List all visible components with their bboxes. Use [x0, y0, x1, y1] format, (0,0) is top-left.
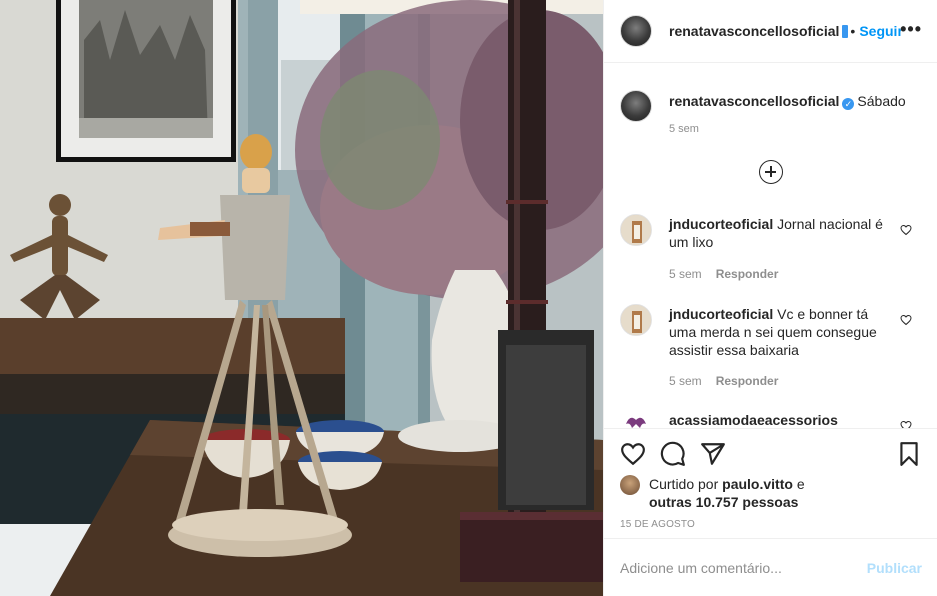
comment-item: jnducorteoficial Jornal nacional é um li… — [620, 214, 920, 284]
caption: renatavasconcellosoficial ✓ Sábado — [620, 90, 906, 122]
likes-connector: e — [796, 476, 805, 492]
comment-like-icon[interactable] — [900, 224, 912, 236]
liker-username[interactable]: paulo.vitto — [722, 476, 793, 492]
post-side-panel: renatavasconcellosoficial • Seguir ••• r… — [603, 0, 937, 596]
comment-item: jnducorteoficial Vc e bonner tá uma merd… — [620, 304, 920, 392]
reply-button[interactable]: Responder — [716, 374, 779, 388]
commenter-avatar[interactable] — [620, 214, 652, 246]
comment-icon[interactable] — [660, 441, 686, 467]
post-photo[interactable] — [0, 0, 603, 596]
caption-text: Sábado — [857, 93, 906, 109]
comment-username[interactable]: acassiamodaeacessorios — [669, 412, 838, 428]
header-separator: • — [850, 23, 856, 39]
comments-list[interactable]: renatavasconcellosoficial ✓ Sábado 5 sem j… — [604, 64, 937, 428]
post-header: renatavasconcellosoficial • Seguir ••• — [604, 0, 937, 63]
commenter-avatar[interactable] — [620, 304, 652, 336]
comment-username[interactable]: jnducorteoficial — [669, 216, 773, 232]
liker-avatar[interactable] — [620, 475, 640, 495]
plus-circle-icon[interactable] — [759, 160, 783, 184]
share-icon[interactable] — [700, 441, 726, 467]
verified-badge-icon — [842, 24, 849, 38]
comment-like-icon[interactable] — [900, 314, 912, 326]
post-actions: Curtido por paulo.vitto e outras 10.757 … — [604, 428, 937, 538]
follow-button[interactable]: Seguir — [859, 23, 903, 39]
more-options-icon[interactable]: ••• — [900, 20, 922, 38]
heart-icon[interactable] — [620, 441, 646, 467]
likes-count-link[interactable]: outras 10.757 pessoas — [649, 494, 798, 510]
reply-button[interactable]: Responder — [716, 267, 779, 281]
publish-button[interactable]: Publicar — [867, 560, 922, 576]
post-photo-art — [0, 0, 603, 596]
comment-username[interactable]: jnducorteoficial — [669, 306, 773, 322]
author-avatar[interactable] — [620, 15, 652, 47]
commenter-avatar[interactable] — [620, 410, 652, 428]
comment-timestamp[interactable]: 5 sem — [669, 267, 702, 281]
comment-item: acassiamodaeacessorios — [620, 410, 920, 428]
comment-like-icon[interactable] — [900, 420, 912, 428]
likes-summary: Curtido por paulo.vitto e outras 10.757 … — [620, 475, 805, 511]
verified-badge-icon: ✓ — [842, 98, 855, 110]
caption-avatar[interactable] — [620, 90, 652, 122]
comment-timestamp[interactable]: 5 sem — [669, 374, 702, 388]
caption-timestamp[interactable]: 5 sem — [669, 123, 699, 135]
add-comment-bar: Publicar — [604, 538, 937, 596]
author-username[interactable]: renatavasconcellosoficial — [669, 23, 839, 39]
caption-username[interactable]: renatavasconcellosoficial — [669, 93, 839, 109]
bookmark-icon[interactable] — [896, 441, 922, 467]
comment-input[interactable] — [620, 558, 860, 578]
likes-prefix: Curtido por — [649, 476, 719, 492]
post-date[interactable]: 15 DE AGOSTO — [620, 519, 695, 530]
